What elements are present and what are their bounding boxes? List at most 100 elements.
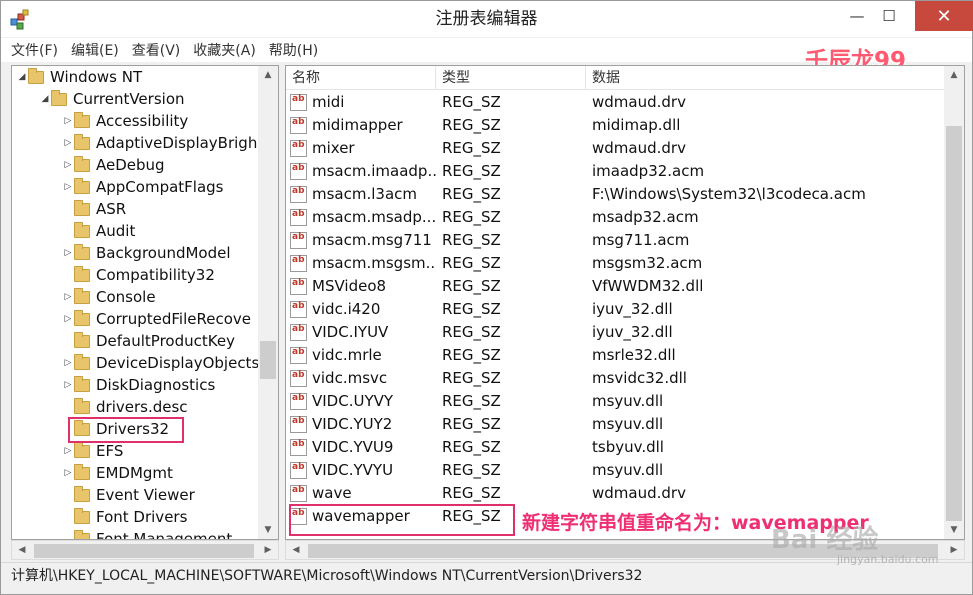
tree-item[interactable]: ▷ CorruptedFileRecove bbox=[12, 308, 262, 330]
value-row[interactable]: ab midimapper REG_SZ midimap.dll bbox=[286, 114, 944, 137]
folder-icon bbox=[74, 331, 90, 348]
value-row[interactable]: ab msacm.msg711 REG_SZ msg711.acm bbox=[286, 229, 944, 252]
title-bar[interactable]: 注册表编辑器 — ☐ ✕ bbox=[1, 1, 973, 37]
expand-arrow-icon[interactable]: ▷ bbox=[62, 138, 74, 148]
tree-item[interactable]: Event Viewer bbox=[12, 484, 262, 506]
value-row[interactable]: ab msacm.msadp... REG_SZ msadp32.acm bbox=[286, 206, 944, 229]
expand-arrow-icon[interactable]: ▷ bbox=[62, 292, 74, 302]
tree-item[interactable]: ASR bbox=[12, 198, 262, 220]
tree-item[interactable]: ◢ CurrentVersion bbox=[12, 88, 262, 110]
window-title: 注册表编辑器 bbox=[435, 9, 538, 29]
tree-vertical-scrollbar[interactable]: ▲ ▼ bbox=[258, 66, 278, 539]
tree-item[interactable]: ▷ AeDebug bbox=[12, 154, 262, 176]
key-tree-pane[interactable]: ◢ Windows NT ◢ CurrentVersion ▷ Accessibility… bbox=[11, 65, 279, 540]
menu-edit[interactable]: 编辑(E) bbox=[71, 40, 119, 60]
tree-scroll-left-icon[interactable]: ◀ bbox=[12, 541, 32, 559]
value-row[interactable]: ab VIDC.IYUV REG_SZ iyuv_32.dll bbox=[286, 321, 944, 344]
tree-item[interactable]: ▷ BackgroundModel bbox=[12, 242, 262, 264]
expand-arrow-icon[interactable]: ▷ bbox=[62, 248, 74, 258]
column-type[interactable]: 类型 bbox=[436, 66, 586, 90]
column-data[interactable]: 数据 bbox=[586, 66, 944, 90]
value-row[interactable]: ab wave REG_SZ wdmaud.drv bbox=[286, 482, 944, 505]
tree-item[interactable]: ▷ AppCompatFlags bbox=[12, 176, 262, 198]
tree-scroll-down-icon[interactable]: ▼ bbox=[258, 521, 278, 539]
tree-scroll-thumb[interactable] bbox=[260, 341, 276, 379]
expand-arrow-icon[interactable]: ▷ bbox=[62, 358, 74, 368]
value-row[interactable]: ab VIDC.UYVY REG_SZ msyuv.dll bbox=[286, 390, 944, 413]
expand-arrow-icon[interactable]: ▷ bbox=[62, 446, 74, 456]
expanded-arrow-icon[interactable]: ◢ bbox=[39, 94, 51, 104]
tree-item-label: Compatibility32 bbox=[96, 266, 215, 284]
value-row[interactable]: ab VIDC.YUY2 REG_SZ msyuv.dll bbox=[286, 413, 944, 436]
expand-arrow-icon[interactable]: ▷ bbox=[62, 160, 74, 170]
value-data: msyuv.dll bbox=[592, 415, 664, 433]
menu-view[interactable]: 查看(V) bbox=[132, 40, 181, 60]
menu-file[interactable]: 文件(F) bbox=[11, 40, 58, 60]
list-scroll-left-icon[interactable]: ◀ bbox=[286, 541, 306, 559]
string-value-icon: ab bbox=[290, 347, 307, 364]
value-row[interactable]: ab vidc.msvc REG_SZ msvidc32.dll bbox=[286, 367, 944, 390]
value-row[interactable]: ab msacm.l3acm REG_SZ F:\Windows\System32\l… bbox=[286, 183, 944, 206]
column-name[interactable]: 名称 bbox=[286, 66, 436, 90]
tree-scroll-right-icon[interactable]: ▶ bbox=[258, 541, 278, 559]
value-name: wave bbox=[312, 484, 352, 502]
value-data: msvidc32.dll bbox=[592, 369, 687, 387]
tree-horizontal-scrollbar[interactable]: ◀ ▶ bbox=[11, 540, 279, 560]
value-row[interactable]: ab midi REG_SZ wdmaud.drv bbox=[286, 91, 944, 114]
tree-hscroll-thumb[interactable] bbox=[34, 544, 254, 558]
tree-item[interactable]: Font Management bbox=[12, 528, 262, 539]
tree-item[interactable]: ▷ EFS bbox=[12, 440, 262, 462]
menu-help[interactable]: 帮助(H) bbox=[269, 40, 318, 60]
value-type: REG_SZ bbox=[442, 484, 501, 502]
tree-item[interactable]: Compatibility32 bbox=[12, 264, 262, 286]
maximize-button[interactable]: ☐ bbox=[867, 1, 911, 31]
tree-item[interactable]: ▷ Console bbox=[12, 286, 262, 308]
tree-item-label: Event Viewer bbox=[96, 486, 195, 504]
menu-favorites[interactable]: 收藏夹(A) bbox=[193, 40, 256, 60]
expand-arrow-icon[interactable]: ▷ bbox=[62, 468, 74, 478]
value-row[interactable]: ab msacm.imaadp... REG_SZ imaadp32.acm bbox=[286, 160, 944, 183]
tree-item[interactable]: ▷ DeviceDisplayObjects bbox=[12, 352, 262, 374]
tree-scroll-up-icon[interactable]: ▲ bbox=[258, 66, 278, 84]
tree-item[interactable]: Font Drivers bbox=[12, 506, 262, 528]
tree-item[interactable]: drivers.desc bbox=[12, 396, 262, 418]
expand-arrow-icon[interactable]: ▷ bbox=[62, 380, 74, 390]
tree-item-label: Audit bbox=[96, 222, 136, 240]
list-scroll-up-icon[interactable]: ▲ bbox=[944, 66, 964, 84]
list-scroll-down-icon[interactable]: ▼ bbox=[944, 521, 964, 539]
folder-icon bbox=[51, 89, 67, 106]
tree-item[interactable]: ◢ Windows NT bbox=[12, 66, 262, 88]
value-name: vidc.mrle bbox=[312, 346, 382, 364]
folder-icon bbox=[74, 375, 90, 392]
list-vertical-scrollbar[interactable]: ▲ ▼ bbox=[944, 66, 964, 539]
value-data: wdmaud.drv bbox=[592, 139, 686, 157]
expand-arrow-icon[interactable]: ▷ bbox=[62, 116, 74, 126]
string-value-icon: ab bbox=[290, 140, 307, 157]
list-scroll-thumb[interactable] bbox=[946, 126, 962, 521]
value-row[interactable]: ab msacm.msgsm... REG_SZ msgsm32.acm bbox=[286, 252, 944, 275]
value-name: VIDC.IYUV bbox=[312, 323, 389, 341]
tree-item[interactable]: ▷ EMDMgmt bbox=[12, 462, 262, 484]
tree-item[interactable]: DefaultProductKey bbox=[12, 330, 262, 352]
value-row[interactable]: ab MSVideo8 REG_SZ VfWWDM32.dll bbox=[286, 275, 944, 298]
tree-item[interactable]: Audit bbox=[12, 220, 262, 242]
value-name: msacm.imaadp... bbox=[312, 162, 436, 180]
value-row[interactable]: ab vidc.i420 REG_SZ iyuv_32.dll bbox=[286, 298, 944, 321]
close-button[interactable]: ✕ bbox=[915, 1, 973, 31]
expand-arrow-icon[interactable]: ▷ bbox=[62, 182, 74, 192]
value-row[interactable]: ab vidc.mrle REG_SZ msrle32.dll bbox=[286, 344, 944, 367]
tree-item-label: ASR bbox=[96, 200, 127, 218]
value-row[interactable]: ab VIDC.YVU9 REG_SZ tsbyuv.dll bbox=[286, 436, 944, 459]
value-row[interactable]: ab VIDC.YVYU REG_SZ msyuv.dll bbox=[286, 459, 944, 482]
list-scroll-right-icon[interactable]: ▶ bbox=[944, 541, 964, 559]
expand-arrow-icon[interactable]: ▷ bbox=[62, 314, 74, 324]
folder-icon bbox=[74, 221, 90, 238]
folder-icon bbox=[74, 133, 90, 150]
value-row[interactable]: ab mixer REG_SZ wdmaud.drv bbox=[286, 137, 944, 160]
tree-item[interactable]: ▷ DiskDiagnostics bbox=[12, 374, 262, 396]
tree-item[interactable]: ▷ Accessibility bbox=[12, 110, 262, 132]
tree-item[interactable]: ▷ AdaptiveDisplayBrigh bbox=[12, 132, 262, 154]
tree-item-label: drivers.desc bbox=[96, 398, 188, 416]
expanded-arrow-icon[interactable]: ◢ bbox=[16, 72, 28, 82]
values-list-pane[interactable]: 名称 类型 数据 ab midi REG_SZ wdmaud.drv ab midimap… bbox=[285, 65, 965, 540]
